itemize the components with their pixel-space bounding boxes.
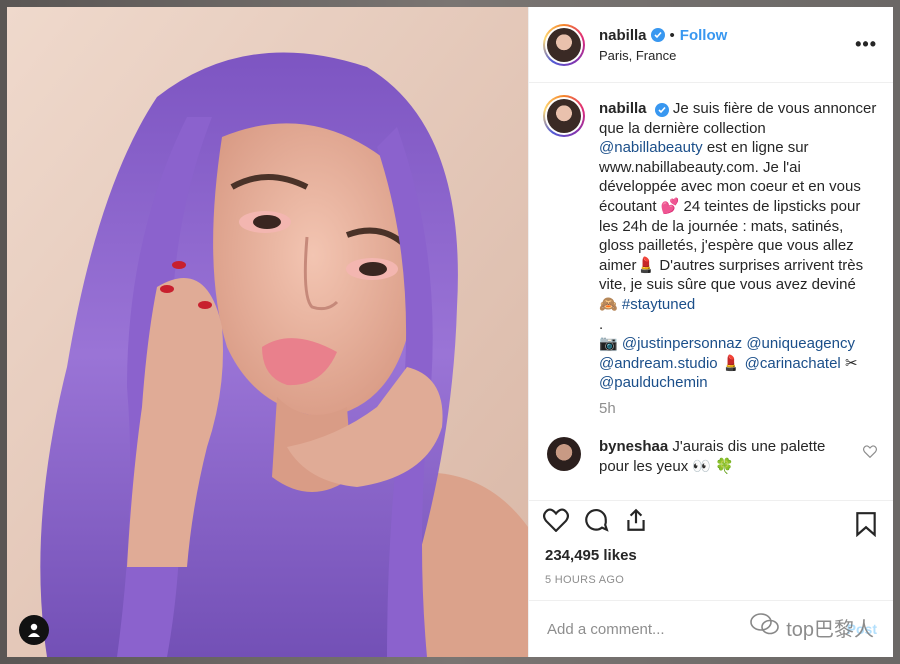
mention-carinachatel[interactable]: @carinachatel: [745, 355, 841, 372]
save-bookmark-icon[interactable]: [855, 511, 877, 542]
wechat-logo-icon: [750, 612, 780, 642]
post-photo[interactable]: [7, 7, 528, 657]
camera-emoji: 📷: [599, 335, 618, 353]
likes-count[interactable]: 234,495 likes: [529, 539, 893, 564]
caption-time[interactable]: 5h: [599, 399, 877, 419]
watermark: top巴黎人: [750, 612, 874, 642]
verified-badge-icon: [650, 28, 665, 42]
hashtag-staytuned[interactable]: #staytuned: [622, 296, 695, 313]
post-location[interactable]: Paris, France: [599, 48, 727, 63]
reply-username[interactable]: byneshaa: [599, 438, 668, 455]
user-tag-icon[interactable]: [19, 615, 49, 645]
caption-line2: est en ligne sur www.nabillabeauty.com. …: [599, 139, 864, 313]
post-age[interactable]: 5 HOURS AGO: [529, 564, 893, 586]
mention-nabillabeauty[interactable]: @nabillabeauty: [599, 139, 703, 156]
more-options-icon[interactable]: •••: [855, 35, 877, 53]
scissors-emoji: ✂: [844, 354, 858, 372]
caption-author-avatar[interactable]: [543, 95, 585, 137]
reply-comment: byneshaa J'aurais dis une palette pour l…: [543, 436, 877, 477]
caption-text: nabilla Je suis fière de vous annoncer q…: [599, 99, 877, 419]
comment-bubble-icon[interactable]: [583, 507, 609, 533]
mention-andream-studio[interactable]: @andream.studio: [599, 355, 718, 372]
caption-comment: nabilla Je suis fière de vous annoncer q…: [543, 95, 877, 419]
post-header: nabilla • Follow Paris, France •••: [529, 7, 893, 83]
mention-justinpersonnaz[interactable]: @justinpersonnaz: [622, 335, 742, 352]
watermark-text: top巴黎人: [786, 618, 874, 641]
lipstick-emoji: 💄: [721, 354, 741, 372]
verified-badge-icon: [654, 103, 669, 117]
mention-uniqueagency[interactable]: @uniqueagency: [746, 335, 855, 352]
follow-button[interactable]: Follow: [680, 27, 728, 44]
post-side-panel: nabilla • Follow Paris, France ••• nabil…: [528, 7, 893, 657]
caption-username[interactable]: nabilla: [599, 100, 647, 117]
author-avatar[interactable]: [543, 23, 585, 66]
like-heart-icon[interactable]: [543, 508, 569, 532]
comments-list[interactable]: nabilla Je suis fière de vous annoncer q…: [529, 83, 893, 500]
post-actions-bar: [529, 500, 893, 539]
share-icon[interactable]: [623, 507, 649, 533]
separator-dot: •: [669, 26, 675, 44]
portrait-image: [7, 7, 528, 657]
reply-author-avatar[interactable]: [547, 436, 581, 471]
caption-dot: .: [599, 315, 604, 333]
like-comment-heart-icon[interactable]: [863, 444, 877, 463]
mention-paulduchemin[interactable]: @paulduchemin: [599, 374, 708, 391]
post-modal: nabilla • Follow Paris, France ••• nabil…: [7, 7, 893, 657]
author-username[interactable]: nabilla: [599, 27, 647, 44]
